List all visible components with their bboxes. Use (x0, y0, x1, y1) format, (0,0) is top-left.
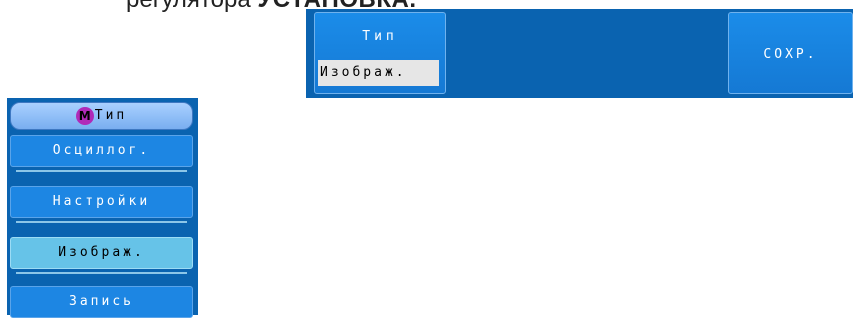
type-side-menu: M Тип Осциллог. Настройки Изображ. Запись (7, 98, 198, 318)
menu-divider (16, 170, 187, 172)
multipurpose-knob-icon: M (75, 106, 94, 125)
menu-item-waveform[interactable]: Осциллог. (10, 135, 193, 167)
softkey-bar: Тип Изображ. СОХР. (306, 9, 853, 98)
type-softkey[interactable]: Тип Изображ. (314, 12, 446, 94)
menu-header-label: Тип (94, 108, 128, 123)
type-softkey-value: Изображ. (318, 60, 439, 86)
menu-item-record[interactable]: Запись (10, 286, 193, 318)
menu-item-image[interactable]: Изображ. (10, 237, 193, 269)
save-softkey-label: СОХР. (763, 47, 818, 62)
menu-header: M Тип (10, 102, 193, 130)
type-softkey-title: Тип (362, 29, 398, 44)
caption-text: регулятора (126, 0, 257, 13)
menu-divider (16, 272, 187, 274)
save-softkey[interactable]: СОХР. (728, 12, 853, 94)
menu-divider (16, 221, 187, 223)
menu-item-settings[interactable]: Настройки (10, 186, 193, 218)
